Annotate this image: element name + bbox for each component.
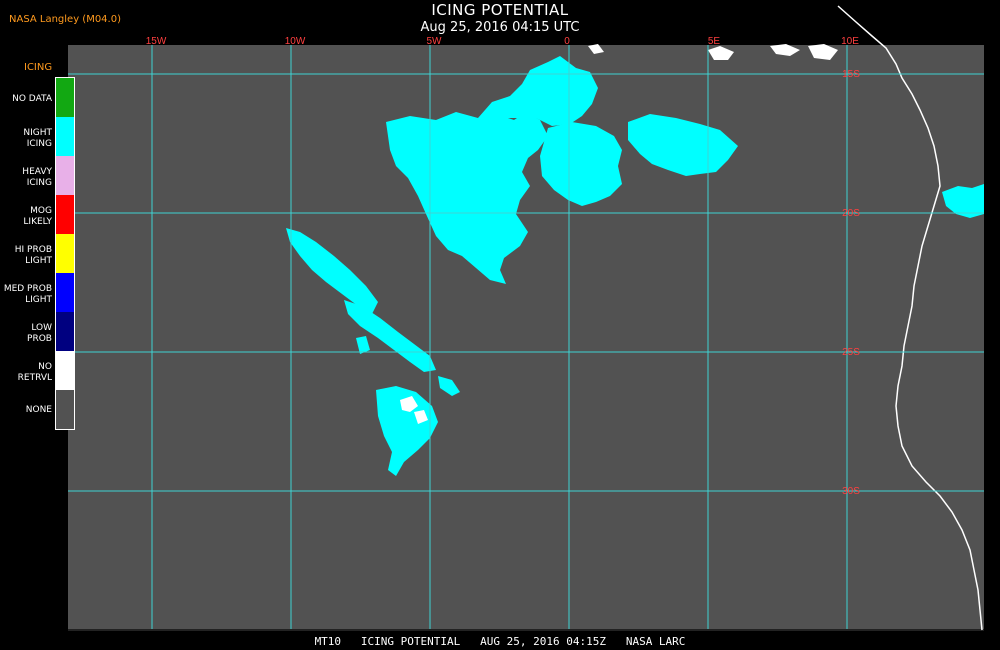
- lat-label-20s: 20S: [842, 208, 860, 219]
- map-frame-bottom: [68, 629, 984, 631]
- legend-label-mog-likely: MOG LIKELY: [23, 206, 52, 227]
- lon-label-0: 0: [564, 36, 570, 47]
- legend-label-hi-prob-light: HI PROB LIGHT: [14, 245, 52, 266]
- legend-label-none: NONE: [25, 405, 52, 415]
- legend-swatch-7: [56, 351, 74, 390]
- legend-swatch-4: [56, 234, 74, 273]
- legend-title: ICING: [24, 62, 53, 73]
- legend-swatch-5: [56, 273, 74, 312]
- legend-swatch-3: [56, 195, 74, 234]
- legend-label-heavy-icing: HEAVY ICING: [22, 167, 52, 188]
- lon-label-5e: 5E: [708, 36, 721, 47]
- legend-label-low-prob: LOW PROB: [27, 323, 52, 344]
- legend-swatch-8: [56, 390, 74, 429]
- legend-label-med-prob-light: MED PROB LIGHT: [3, 284, 52, 305]
- lon-label-5w: 5W: [427, 36, 443, 47]
- page-title: ICING POTENTIAL: [431, 1, 569, 19]
- lon-label-10w: 10W: [285, 36, 306, 47]
- legend-label-no-retrieval: NO RETRVL: [17, 362, 52, 383]
- legend-label-no-data: NO DATA: [12, 94, 52, 104]
- footer-caption: MT10 ICING POTENTIAL AUG 25, 2016 04:15Z…: [314, 635, 686, 648]
- page-subtitle: Aug 25, 2016 04:15 UTC: [420, 20, 580, 35]
- icing-map: 15W 10W 5W 0 5E 10E 15S 20S 25S 30S: [55, 5, 984, 631]
- legend-label-night-icing: NIGHT ICING: [23, 128, 52, 149]
- legend-colorbar: [55, 77, 75, 430]
- lon-label-15w: 15W: [146, 36, 167, 47]
- lat-label-30s: 30S: [842, 486, 860, 497]
- legend-swatch-2: [56, 156, 74, 195]
- lon-label-10e: 10E: [841, 36, 859, 47]
- legend-swatch-1: [56, 117, 74, 156]
- lat-label-15s: 15S: [842, 69, 860, 80]
- legend-swatch-0: [56, 78, 74, 117]
- lat-label-25s: 25S: [842, 347, 860, 358]
- legend-swatch-6: [56, 312, 74, 351]
